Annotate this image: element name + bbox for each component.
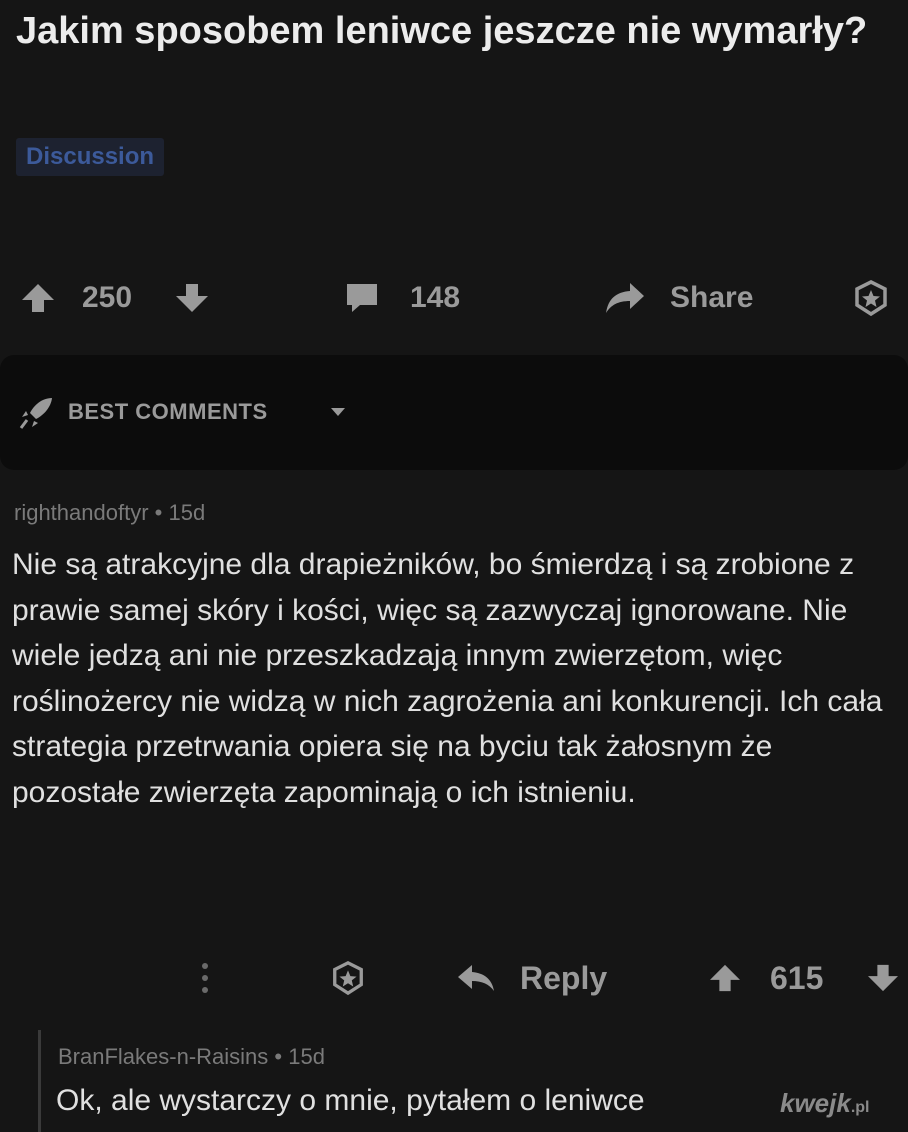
thread-line[interactable] — [38, 1030, 41, 1132]
comment-meta: righthandoftyr • 15d — [14, 500, 205, 526]
comment-award-button[interactable] — [330, 950, 366, 1006]
reply-icon — [458, 965, 494, 991]
comments-button[interactable]: 148 — [344, 270, 460, 326]
upvote-icon — [22, 284, 54, 312]
post-score: 250 — [82, 281, 133, 314]
rocket-icon — [19, 398, 52, 429]
watermark: kwejk.pl — [780, 1088, 870, 1119]
more-options-button[interactable] — [200, 950, 210, 1006]
watermark-brand: kwejk — [780, 1088, 851, 1118]
caret-down-icon — [331, 408, 345, 416]
award-icon — [333, 960, 363, 996]
upvote-icon — [710, 964, 740, 992]
reply-meta: BranFlakes-n-Raisins • 15d — [58, 1044, 325, 1070]
comment-score: 615 — [770, 959, 824, 996]
comments-sort-bar[interactable]: BEST COMMENTS — [0, 355, 908, 470]
reply-author[interactable]: BranFlakes-n-Raisins — [58, 1044, 268, 1069]
watermark-tld: .pl — [850, 1099, 870, 1116]
reply-button[interactable]: Reply — [456, 950, 607, 1006]
post-action-bar: 250 148 Share — [0, 270, 908, 326]
comment-age: 15d — [168, 500, 206, 525]
comment-action-bar: Reply 615 — [0, 950, 908, 1006]
meta-separator: • — [154, 500, 163, 525]
comment-downvote-button[interactable] — [866, 950, 900, 1006]
downvote-icon — [176, 284, 208, 312]
award-button[interactable] — [852, 270, 890, 326]
reply-age: 15d — [288, 1044, 325, 1069]
reply-label: Reply — [520, 959, 608, 996]
more-icon — [202, 963, 208, 993]
reply-body: Ok, ale wystarczy o mnie, pytałem o leni… — [56, 1084, 645, 1117]
comment-author[interactable]: righthandoftyr — [14, 500, 149, 525]
flair-badge[interactable]: Discussion — [16, 138, 165, 176]
award-icon — [855, 280, 887, 317]
comment-icon — [347, 284, 377, 312]
downvote-icon — [868, 964, 898, 992]
meta-separator: • — [274, 1044, 283, 1069]
downvote-button[interactable] — [174, 270, 210, 326]
upvote-button[interactable] — [20, 270, 56, 326]
share-icon — [606, 283, 644, 313]
comment-upvote-button[interactable] — [708, 950, 742, 1006]
post-title: Jakim sposobem leniwce jeszcze nie wymar… — [16, 10, 868, 52]
comment-body: Nie są atrakcyjne dla drapieżników, bo ś… — [12, 548, 883, 809]
sort-label: BEST COMMENTS — [68, 399, 268, 424]
share-label: Share — [670, 281, 754, 314]
comments-count: 148 — [410, 281, 461, 314]
share-button[interactable]: Share — [604, 270, 753, 326]
